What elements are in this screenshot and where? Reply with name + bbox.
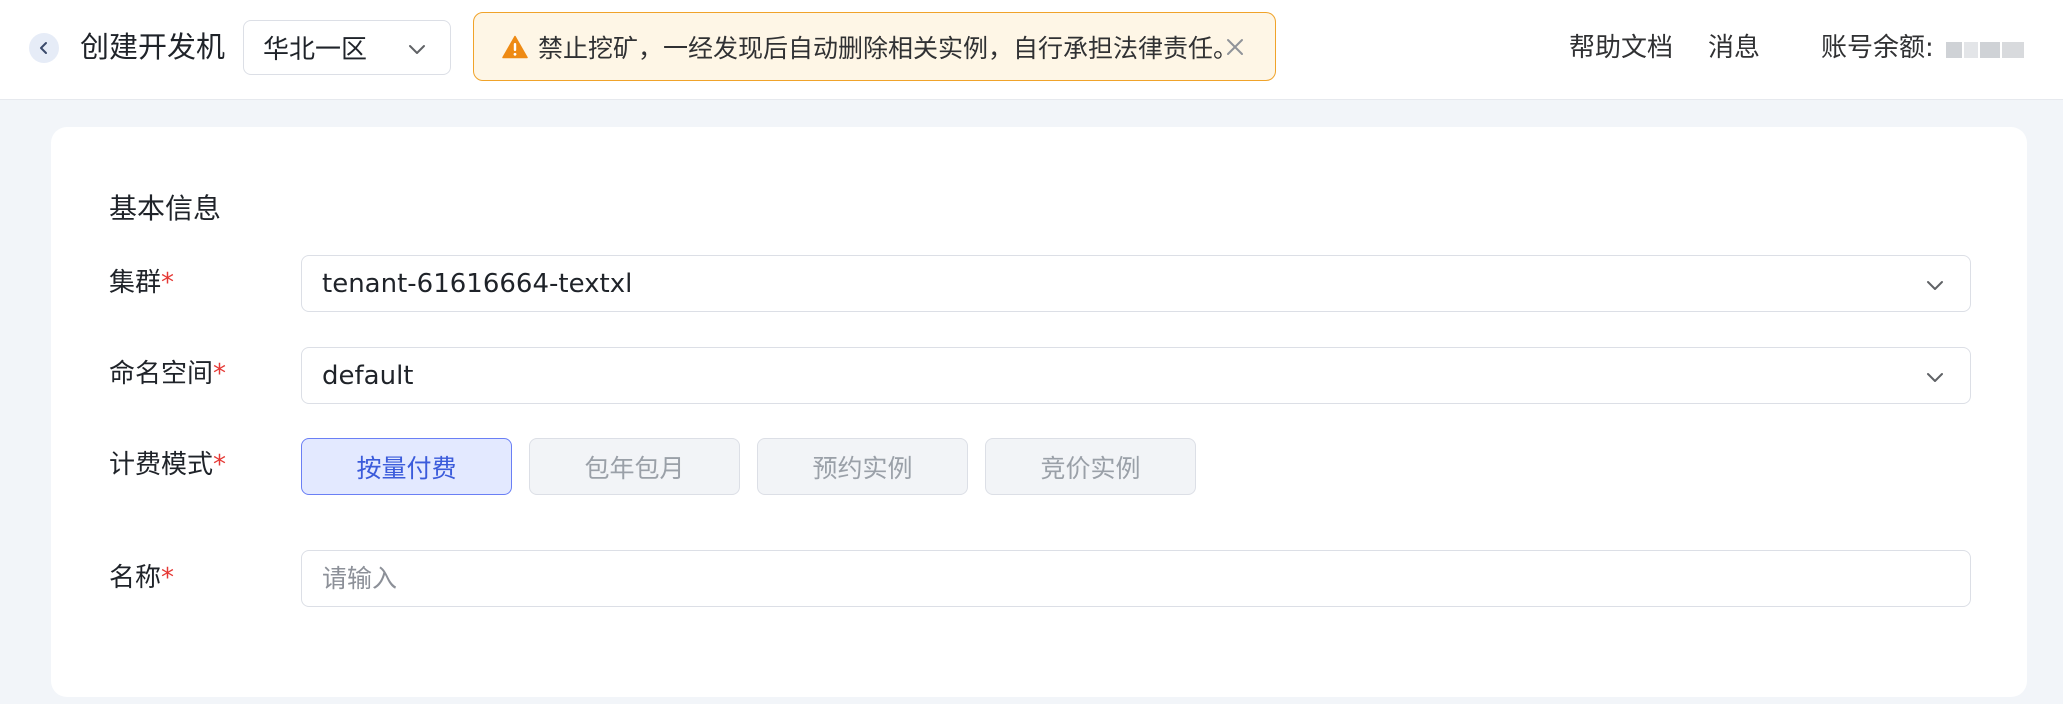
namespace-label: 命名空间* xyxy=(109,356,226,392)
section-title: 基本信息 xyxy=(109,192,222,225)
cluster-label: 集群* xyxy=(109,265,174,301)
warning-text: 禁止挖矿，一经发现后自动删除相关实例，自行承担法律责任。 xyxy=(538,33,1239,63)
required-mark: * xyxy=(213,450,227,480)
chevron-down-icon xyxy=(1927,373,1943,382)
namespace-select[interactable]: default xyxy=(301,347,1971,404)
billing-option-pay-as-you-go[interactable]: 按量付费 xyxy=(301,438,512,495)
namespace-select-value: default xyxy=(322,360,414,391)
top-bar: 创建开发机 华北一区 禁止挖矿，一经发现后自动删除相关实例，自行承担法律责任。 … xyxy=(0,0,2063,100)
messages-link[interactable]: 消息 xyxy=(1708,30,1760,66)
balance-value-masked xyxy=(1946,31,2026,69)
warning-banner: 禁止挖矿，一经发现后自动删除相关实例，自行承担法律责任。 xyxy=(473,12,1276,81)
name-label: 名称* xyxy=(109,560,174,596)
back-button[interactable] xyxy=(29,33,59,63)
cluster-select-value: tenant-61616664-textxl xyxy=(322,268,633,299)
balance-label: 账号余额: xyxy=(1821,33,1934,63)
page-title: 创建开发机 xyxy=(80,30,226,64)
help-docs-link[interactable]: 帮助文档 xyxy=(1569,30,1673,66)
billing-option-spot[interactable]: 竞价实例 xyxy=(985,438,1196,495)
warning-icon xyxy=(502,35,528,58)
cluster-select[interactable]: tenant-61616664-textxl xyxy=(301,255,1971,312)
billing-label: 计费模式* xyxy=(109,447,226,483)
chevron-down-icon xyxy=(1927,281,1943,290)
region-select-value: 华北一区 xyxy=(263,35,368,65)
name-input[interactable] xyxy=(301,550,1971,607)
required-mark: * xyxy=(161,563,175,593)
chevron-left-icon xyxy=(40,42,47,54)
billing-option-reserved[interactable]: 预约实例 xyxy=(757,438,968,495)
required-mark: * xyxy=(161,268,175,298)
cluster-label-text: 集群 xyxy=(109,268,162,298)
namespace-label-text: 命名空间 xyxy=(109,359,214,389)
chevron-down-icon xyxy=(409,45,425,54)
billing-label-text: 计费模式 xyxy=(109,450,214,480)
basic-info-card: 基本信息 集群* tenant-61616664-textxl 命名空间* de… xyxy=(51,127,2027,697)
name-label-text: 名称 xyxy=(109,563,162,593)
region-select[interactable]: 华北一区 xyxy=(243,20,451,75)
billing-option-subscription[interactable]: 包年包月 xyxy=(529,438,740,495)
required-mark: * xyxy=(213,359,227,389)
close-icon[interactable] xyxy=(1225,37,1245,57)
